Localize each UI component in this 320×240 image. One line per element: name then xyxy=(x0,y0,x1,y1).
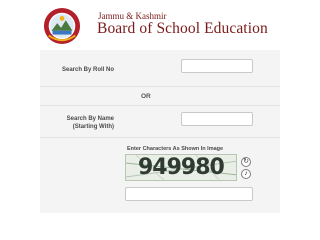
page-header: Jammu & Kashmir Board of School Educatio… xyxy=(0,0,320,50)
name-input[interactable] xyxy=(181,112,253,126)
or-separator: OR xyxy=(141,93,151,100)
audio-icon[interactable]: ♪ xyxy=(241,169,251,179)
divider xyxy=(40,137,280,138)
roll-no-label: Search By Roll No xyxy=(61,67,114,73)
divider xyxy=(40,105,280,106)
captcha-input[interactable] xyxy=(125,187,253,201)
org-name-line2: Board of School Education xyxy=(97,20,268,37)
roll-no-input[interactable] xyxy=(181,59,253,73)
jkbose-emblem-icon xyxy=(43,7,81,45)
captcha-image: 949980 xyxy=(125,154,237,181)
name-label: Search By Name xyxy=(66,116,114,122)
name-label-hint: (Starting With) xyxy=(72,124,114,130)
divider xyxy=(40,86,280,87)
refresh-icon[interactable]: ↻ xyxy=(241,157,251,167)
captcha-label: Enter Characters As Shown In Image xyxy=(127,146,224,152)
captcha-text: 949980 xyxy=(138,155,225,180)
